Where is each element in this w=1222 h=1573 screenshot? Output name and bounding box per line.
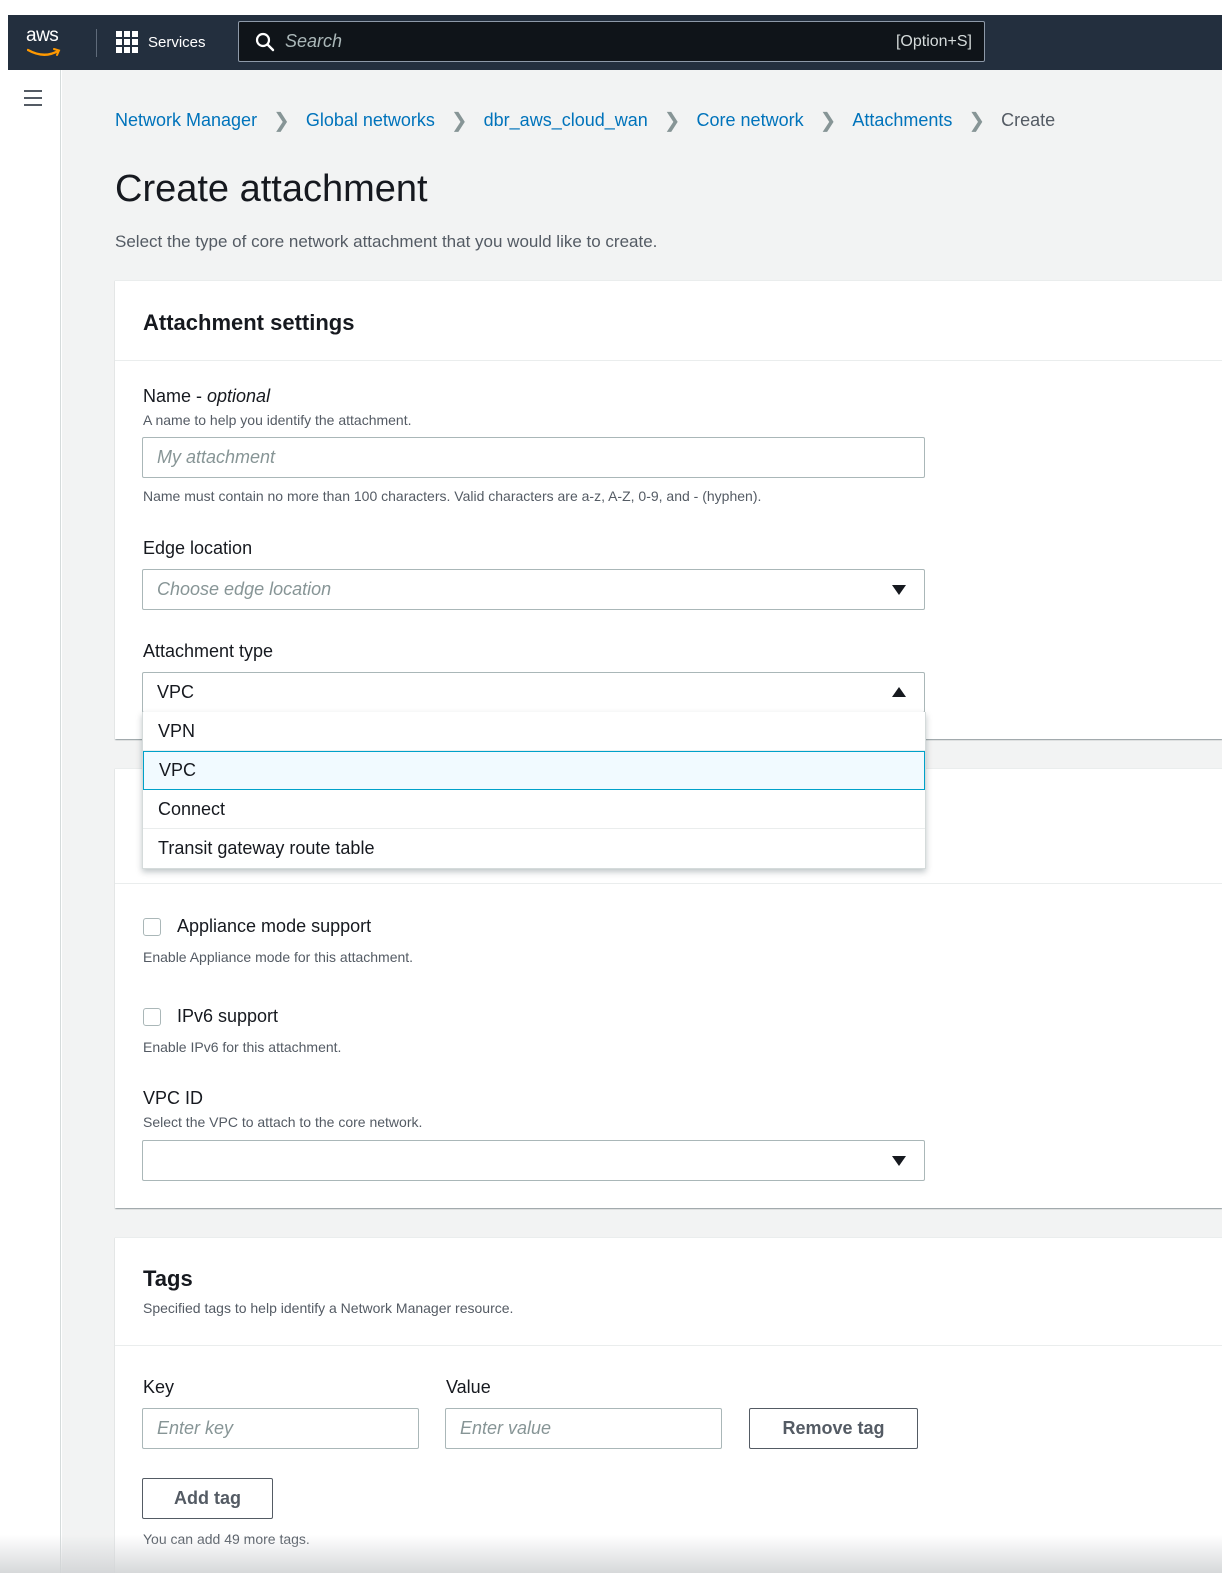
side-navigation-rail xyxy=(8,70,61,1573)
attachment-type-option-vpc[interactable]: VPC xyxy=(143,751,925,790)
grid-icon xyxy=(116,31,138,53)
caret-down-icon xyxy=(892,585,906,595)
page-description: Select the type of core network attachme… xyxy=(115,232,658,251)
chevron-right-icon: ❯ xyxy=(968,110,986,132)
chevron-right-icon: ❯ xyxy=(273,110,290,132)
chevron-right-icon: ❯ xyxy=(450,110,468,132)
attachment-type-option-vpn[interactable]: VPN xyxy=(143,712,925,751)
name-optional-text: optional xyxy=(207,386,271,406)
caret-up-icon xyxy=(892,687,906,697)
tag-key-input[interactable] xyxy=(142,1408,419,1449)
name-label-text: Name - xyxy=(143,386,208,406)
ipv6-support-label: IPv6 support xyxy=(177,1006,279,1026)
edge-location-placeholder: Choose edge location xyxy=(157,579,332,599)
appliance-mode-checkbox-row[interactable]: Appliance mode support xyxy=(143,916,371,937)
breadcrumb-global-network-name[interactable]: dbr_aws_cloud_wan xyxy=(484,110,648,131)
attachment-type-value: VPC xyxy=(157,682,195,702)
caret-down-icon xyxy=(892,1156,906,1166)
tag-key-label: Key xyxy=(143,1377,175,1397)
edge-location-label: Edge location xyxy=(143,538,253,558)
top-navigation: aws Services [Option+S] xyxy=(8,15,1222,70)
ipv6-support-checkbox[interactable] xyxy=(143,1007,161,1026)
aws-logo[interactable]: aws xyxy=(22,23,66,59)
attachment-type-label: Attachment type xyxy=(143,641,274,661)
search-icon xyxy=(255,32,275,51)
attachment-type-select[interactable]: VPC xyxy=(142,672,925,713)
appliance-mode-label: Appliance mode support xyxy=(177,916,372,936)
name-input[interactable] xyxy=(142,437,925,478)
appliance-mode-description: Enable Appliance mode for this attachmen… xyxy=(143,949,414,965)
bottom-scroll-fade xyxy=(0,1535,1222,1573)
attachment-type-option-connect[interactable]: Connect xyxy=(143,790,925,829)
aws-logo-text: aws xyxy=(26,25,59,46)
breadcrumb-attachments[interactable]: Attachments xyxy=(852,110,952,131)
name-constraint-text: Name must contain no more than 100 chara… xyxy=(143,488,762,504)
tags-heading: Tags xyxy=(143,1266,193,1291)
appliance-mode-checkbox[interactable] xyxy=(143,917,161,936)
tag-value-label: Value xyxy=(446,1377,491,1397)
edge-location-select[interactable]: Choose edge location xyxy=(142,569,925,610)
ipv6-support-description: Enable IPv6 for this attachment. xyxy=(143,1039,342,1055)
attachment-settings-header: Attachment settings xyxy=(115,281,1222,361)
chevron-right-icon: ❯ xyxy=(663,110,681,132)
add-tag-button[interactable]: Add tag xyxy=(142,1478,273,1519)
breadcrumb-core-network[interactable]: Core network xyxy=(697,110,804,131)
vpc-id-label: VPC ID xyxy=(143,1088,204,1108)
remove-tag-button[interactable]: Remove tag xyxy=(749,1408,918,1449)
search-input[interactable] xyxy=(285,31,845,52)
ipv6-support-checkbox-row[interactable]: IPv6 support xyxy=(143,1006,278,1027)
breadcrumb-network-manager[interactable]: Network Manager xyxy=(115,110,257,131)
aws-smile-icon xyxy=(27,48,61,56)
tags-description: Specified tags to help identify a Networ… xyxy=(143,1300,514,1316)
search-box[interactable]: [Option+S] xyxy=(238,21,985,62)
breadcrumb-current: Create xyxy=(1001,110,1056,130)
tags-panel: Tags Specified tags to help identify a N… xyxy=(115,1237,1222,1573)
attachment-type-dropdown-list: VPN VPC Connect Transit gateway route ta… xyxy=(142,712,926,869)
breadcrumb-global-networks[interactable]: Global networks xyxy=(306,110,435,131)
nav-divider xyxy=(96,29,97,57)
search-shortcut-hint: [Option+S] xyxy=(895,32,972,50)
name-description: A name to help you identify the attachme… xyxy=(143,412,412,428)
tags-header: Tags Specified tags to help identify a N… xyxy=(115,1238,1222,1346)
attachment-type-option-transit-gateway-route-table[interactable]: Transit gateway route table xyxy=(143,829,925,868)
breadcrumb: Network Manager ❯ Global networks ❯ dbr_… xyxy=(115,108,1055,133)
name-label: Name - optional xyxy=(143,386,270,407)
services-label: Services xyxy=(148,33,206,51)
chevron-right-icon: ❯ xyxy=(819,110,837,132)
tag-value-input[interactable] xyxy=(445,1408,722,1449)
vpc-id-select[interactable] xyxy=(142,1140,925,1181)
hamburger-menu-icon[interactable] xyxy=(24,90,42,106)
services-menu-button[interactable]: Services xyxy=(116,25,206,59)
attachment-settings-panel: Attachment settings Name - optional A na… xyxy=(115,280,1222,739)
page-title: Create attachment xyxy=(115,168,428,210)
attachment-settings-heading: Attachment settings xyxy=(143,310,355,335)
vpc-id-description: Select the VPC to attach to the core net… xyxy=(143,1114,423,1130)
